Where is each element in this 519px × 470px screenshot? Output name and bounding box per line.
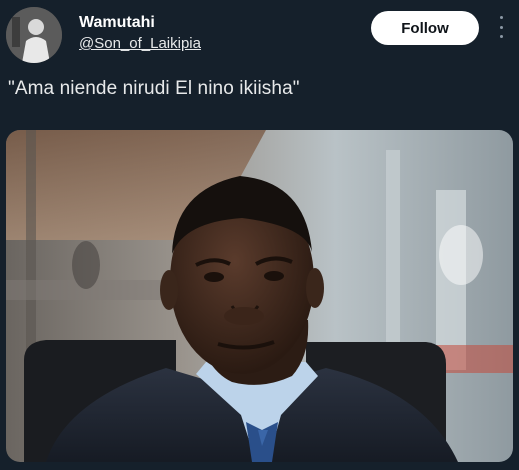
display-name[interactable]: Wamutahi [79,13,201,33]
handle-text[interactable]: @Son_of_Laikipia [79,35,201,52]
author-names: Wamutahi @Son_of_Laikipia [79,13,201,54]
tweet-header: Wamutahi @Son_of_Laikipia Follow [0,0,519,64]
tweet-photo[interactable] [6,130,513,462]
avatar-image [6,7,62,63]
follow-button[interactable]: Follow [371,11,479,45]
more-vertical-icon[interactable] [494,16,508,38]
avatar[interactable] [6,7,62,63]
tweet-text: "Ama niende nirudi El nino ikiisha" [8,78,300,99]
author-handle[interactable]: @Son_of_Laikipia [79,34,201,54]
photo-image [6,130,513,462]
